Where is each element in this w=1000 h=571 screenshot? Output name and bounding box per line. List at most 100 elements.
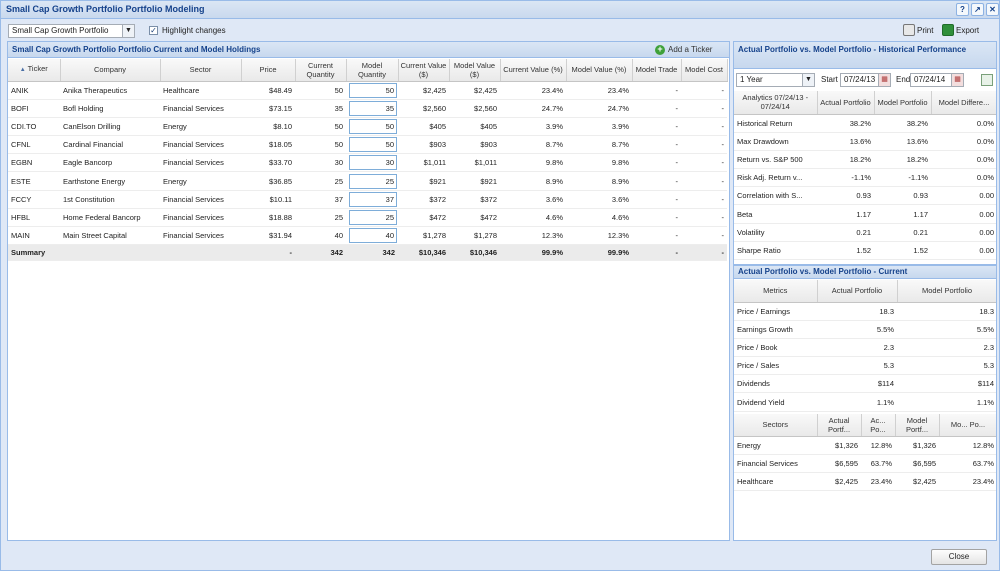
chevron-down-icon[interactable]: ▼ [122, 25, 134, 37]
add-ticker-button[interactable]: + Add a Ticker [655, 44, 717, 56]
difference-cell: 0.00 [931, 223, 996, 242]
col-actual-value[interactable]: Actual Portf... [817, 414, 862, 437]
ticker-cell: ESTE [8, 171, 60, 191]
print-button[interactable]: Print [903, 23, 935, 37]
ticker-cell: ANIK [8, 81, 60, 100]
model-cost-cell: - [681, 171, 727, 191]
col-price[interactable]: Price [241, 59, 296, 82]
company-cell: Earthstone Energy [60, 171, 160, 191]
table-row[interactable]: BOFI Bofl Holding Financial Services $73.15… [8, 99, 727, 118]
holdings-title: Small Cap Growth Portfolio Portfolio Cur… [12, 45, 261, 54]
model-pct-cell: 3.6% [566, 190, 632, 209]
model-pct-cell: 24.7% [566, 99, 632, 118]
model-pct-cell: 8.7% [566, 135, 632, 155]
table-row[interactable]: EGBN Eagle Bancorp Financial Services $33.7… [8, 153, 727, 173]
col-current-quantity[interactable]: Current Quantity [295, 59, 347, 82]
ticker-cell: MAIN [8, 226, 60, 246]
table-row[interactable]: ESTE Earthstone Energy Energy $36.85 25 25 $92… [8, 171, 727, 191]
highlight-changes-checkbox[interactable]: ✓ [149, 26, 158, 35]
maximize-icon[interactable]: ↗ [971, 3, 984, 16]
col-model-portfolio[interactable]: Model Portfolio [897, 280, 996, 303]
col-current-pct[interactable]: Current Value (%) [500, 59, 567, 82]
actual-pct-cell: 63.7% [861, 454, 895, 473]
actual-cell: 18.3 [817, 302, 897, 321]
model-quantity-input[interactable]: 40 [349, 228, 397, 244]
start-date-field[interactable]: 07/24/13 ▦ [840, 73, 891, 87]
close-icon[interactable]: ✕ [986, 3, 999, 16]
col-model-value[interactable]: Model Value ($) [449, 59, 501, 82]
export-label: Export [956, 26, 980, 35]
col-sectors[interactable]: Sectors [734, 414, 818, 437]
price-cell: $33.70 [241, 153, 295, 173]
col-actual-portfolio[interactable]: Actual Portfolio [817, 91, 875, 115]
help-icon[interactable]: ? [956, 3, 969, 16]
actual-cell: 1.52 [817, 241, 874, 261]
col-company[interactable]: Company [60, 59, 161, 82]
col-metrics[interactable]: Metrics [734, 280, 818, 303]
col-analytics[interactable]: Analytics 07/24/13 - 07/24/14 [734, 91, 818, 115]
actual-pct-cell: 23.4% [861, 472, 895, 492]
col-model-portfolio[interactable]: Model Portfolio [874, 91, 932, 115]
col-model-cost[interactable]: Model Cost [681, 59, 728, 82]
table-row[interactable]: MAIN Main Street Capital Financial Service… [8, 226, 727, 246]
summary-current-pct: 99.9% [500, 244, 566, 262]
model-quantity-input[interactable]: 50 [349, 118, 397, 134]
table-row: Price / Earnings 18.3 18.3 [734, 302, 996, 321]
col-model-quantity[interactable]: Model Quantity [346, 59, 399, 82]
holdings-header-row: ▲ Ticker Company Sector Price Current Qu… [8, 59, 728, 82]
table-row[interactable]: HFBL Home Federal Bancorp Financial Servic… [8, 208, 727, 228]
current-value-cell: $921 [398, 171, 449, 191]
col-model-trade[interactable]: Model Trade [632, 59, 682, 82]
calendar-icon[interactable]: ▦ [951, 74, 963, 86]
col-model-pct[interactable]: Model Value (%) [566, 59, 633, 82]
close-button[interactable]: Close [931, 549, 987, 565]
col-model-pct[interactable]: Mo... Po... [939, 414, 996, 437]
end-date-field[interactable]: 07/24/14 ▦ [910, 73, 964, 87]
price-cell: $18.88 [241, 208, 295, 228]
historical-header: Actual Portfolio vs. Model Portfolio - H… [734, 42, 996, 69]
chevron-down-icon[interactable]: ▼ [802, 74, 814, 86]
model-cost-cell: - [681, 135, 727, 155]
sector-cell: Financial Services [734, 454, 817, 473]
model-cost-cell: - [681, 99, 727, 118]
col-model-value[interactable]: Model Portf... [895, 414, 940, 437]
sector-cell: Healthcare [160, 81, 241, 100]
calendar-icon[interactable]: ▦ [878, 74, 890, 86]
col-actual-pct[interactable]: Ac... Po... [861, 414, 896, 437]
ticker-cell: CFNL [8, 135, 60, 155]
table-row: Return vs. S&P 500 18.2% 18.2% 0.0% [734, 150, 996, 170]
sort-asc-icon: ▲ [19, 67, 26, 74]
table-row[interactable]: CFNL Cardinal Financial Financial Services… [8, 135, 727, 155]
model-quantity-input[interactable]: 30 [349, 155, 397, 171]
period-select[interactable]: 1 Year ▼ [736, 73, 815, 87]
col-model-difference[interactable]: Model Differe... [931, 91, 996, 115]
model-value-cell: $903 [449, 135, 500, 155]
historical-panel: Actual Portfolio vs. Model Portfolio - H… [733, 41, 997, 265]
model-quantity-input[interactable]: 50 [349, 82, 397, 98]
refresh-icon[interactable] [981, 74, 993, 86]
model-quantity-input[interactable]: 35 [349, 100, 397, 116]
model-quantity-input[interactable]: 50 [349, 137, 397, 153]
model-quantity-input[interactable]: 37 [349, 191, 397, 207]
difference-cell: 0.0% [931, 168, 996, 188]
sector-cell: Healthcare [734, 472, 817, 492]
model-cell: 1.52 [874, 241, 931, 261]
col-actual-portfolio[interactable]: Actual Portfolio [817, 280, 898, 303]
model-quantity-input[interactable]: 25 [349, 209, 397, 225]
col-ticker[interactable]: ▲ Ticker [8, 59, 61, 82]
col-current-value[interactable]: Current Value ($) [398, 59, 450, 82]
metric-cell: Risk Adj. Return v... [734, 168, 817, 188]
model-cell: 18.3 [897, 302, 996, 321]
summary-price: - [241, 244, 295, 262]
table-row[interactable]: CDI.TO CanElson Drilling Energy $8.10 50 50 $4… [8, 117, 727, 137]
table-row[interactable]: FCCY 1st Constitution Financial Services $1… [8, 190, 727, 209]
model-quantity-cell: 50 [346, 135, 398, 155]
table-row: Dividend Yield 1.1% 1.1% [734, 392, 996, 412]
table-row[interactable]: ANIK Anika Therapeutics Healthcare $48.49 50… [8, 81, 727, 100]
sector-cell: Energy [160, 171, 241, 191]
model-quantity-input[interactable]: 25 [349, 173, 397, 189]
portfolio-select[interactable]: Small Cap Growth Portfolio ▼ [8, 24, 135, 38]
col-sector[interactable]: Sector [160, 59, 242, 82]
export-button[interactable]: Export [942, 23, 986, 37]
current-pct-cell: 9.8% [500, 153, 566, 173]
